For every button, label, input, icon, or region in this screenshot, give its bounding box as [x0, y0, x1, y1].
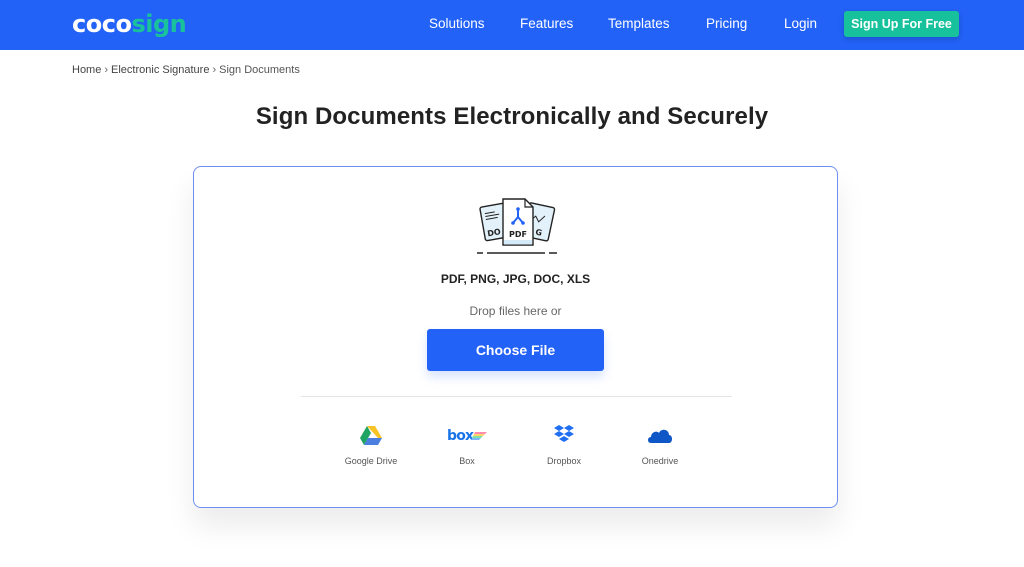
top-navbar: cocosign Solutions Features Templates Pr… — [0, 0, 1024, 50]
dropbox-icon — [524, 423, 604, 447]
breadcrumb-current: Sign Documents — [219, 64, 300, 76]
upload-dropzone[interactable]: DO G PDF PDF, PNG, JPG, DOC, XLS Drop fi… — [193, 166, 838, 508]
nav-login[interactable]: Login — [784, 15, 817, 33]
pdf-icon-label: PDF — [509, 230, 527, 239]
box-icon: box — [427, 423, 507, 447]
onedrive-icon — [620, 423, 700, 447]
nav-features[interactable]: Features — [520, 15, 573, 33]
box-button[interactable]: box Box — [427, 423, 507, 466]
svg-text:box: box — [447, 428, 474, 442]
google-drive-button[interactable]: Google Drive — [331, 423, 411, 466]
breadcrumb-electronic-signature[interactable]: Electronic Signature — [111, 64, 209, 76]
google-drive-label: Google Drive — [344, 456, 398, 466]
logo-text-sign: sign — [131, 10, 187, 38]
google-drive-icon — [331, 423, 411, 447]
page-title: Sign Documents Electronically and Secure… — [255, 103, 769, 130]
breadcrumb-separator: › — [212, 64, 217, 76]
choose-file-button[interactable]: Choose File — [427, 329, 604, 371]
breadcrumb-home[interactable]: Home — [72, 64, 101, 76]
sign-up-button[interactable]: Sign Up For Free — [844, 11, 959, 37]
nav-pricing[interactable]: Pricing — [706, 15, 747, 33]
dropbox-label: Dropbox — [546, 456, 582, 466]
onedrive-button[interactable]: Onedrive — [620, 423, 700, 466]
drop-files-text: Drop files here or — [469, 304, 562, 318]
nav-solutions[interactable]: Solutions — [429, 15, 485, 33]
onedrive-label: Onedrive — [641, 456, 679, 466]
dropbox-button[interactable]: Dropbox — [524, 423, 604, 466]
nav-templates[interactable]: Templates — [608, 15, 670, 33]
divider — [301, 396, 732, 397]
documents-icon: DO G PDF — [477, 198, 557, 254]
cocosign-logo[interactable]: cocosign — [72, 8, 187, 40]
logo-text-coco: coco — [72, 10, 132, 38]
breadcrumb: Home › Electronic Signature › Sign Documents — [72, 63, 300, 77]
supported-formats: PDF, PNG, JPG, DOC, XLS — [440, 272, 591, 286]
box-label: Box — [459, 456, 475, 466]
breadcrumb-separator: › — [104, 64, 109, 76]
